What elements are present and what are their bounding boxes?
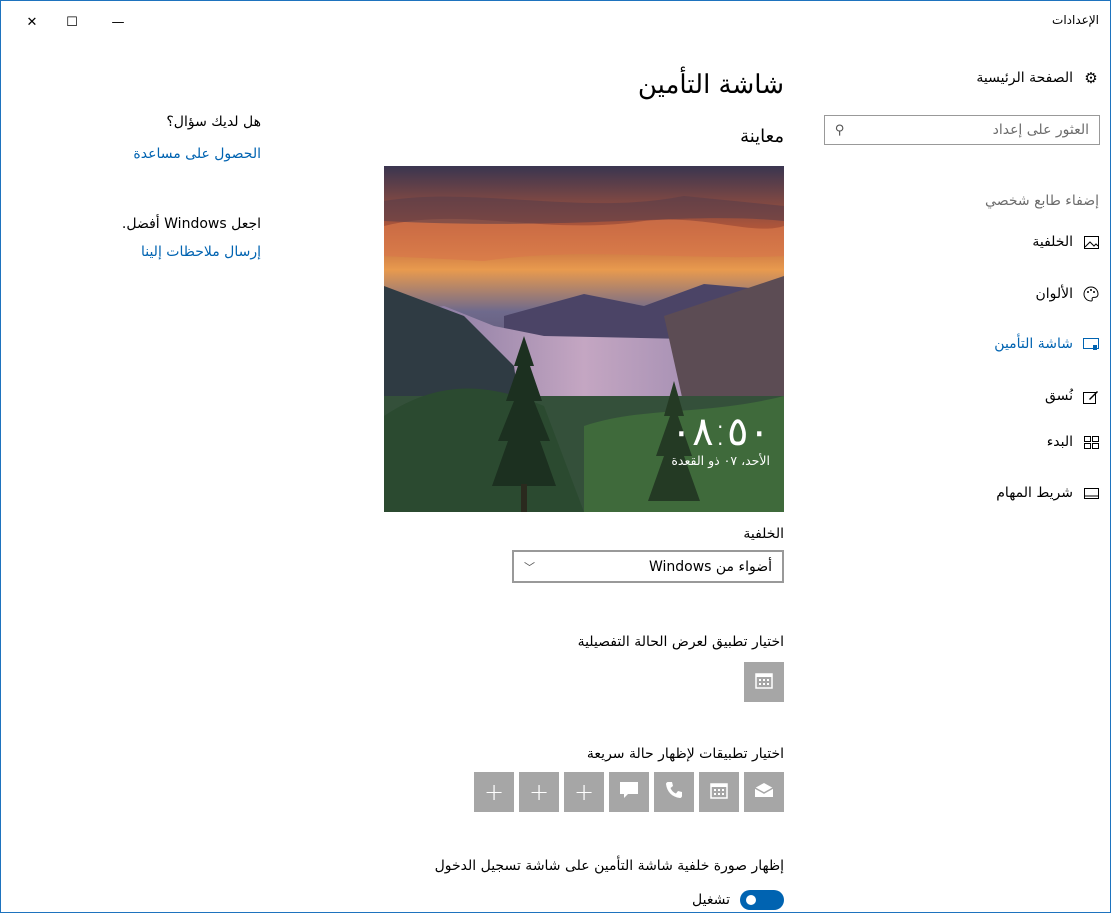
picture-icon — [1083, 234, 1099, 250]
sidebar-item-taskbar[interactable]: شريط المهام — [996, 485, 1099, 501]
sidebar-item-start[interactable]: البدء — [1047, 434, 1099, 450]
quick-status-label: اختيار تطبيقات لإظهار حالة سريعة — [586, 746, 784, 762]
message-icon — [619, 781, 639, 803]
window-title: الإعدادات — [1052, 13, 1099, 27]
quick-status-mail-button[interactable] — [744, 772, 784, 812]
toggle-switch[interactable] — [740, 890, 784, 910]
plus-icon: + — [573, 778, 595, 806]
lock-screen-preview: ٠٨:٥٠ الأحد، ٠٧ ذو القعدة — [384, 166, 784, 512]
sidebar-item-label: البدء — [1046, 434, 1073, 450]
sidebar-item-label: الخلفية — [1032, 234, 1073, 250]
detailed-status-label: اختيار تطبيق لعرض الحالة التفصيلية — [577, 634, 784, 650]
background-label: الخلفية — [743, 526, 784, 542]
mail-icon — [754, 782, 774, 802]
get-help-link[interactable]: الحصول على مساعدة — [133, 146, 261, 162]
search-box[interactable]: العثور على إعداد ⚲ — [824, 115, 1100, 145]
detailed-status-app-button[interactable] — [744, 662, 784, 702]
quick-status-phone-button[interactable] — [654, 772, 694, 812]
sidebar-item-themes[interactable]: نُسق — [1045, 388, 1099, 404]
help-panel: هل لديك سؤال؟ الحصول على مساعدة اجعل Win… — [11, 114, 261, 274]
phone-icon — [665, 781, 683, 803]
search-icon: ⚲ — [835, 122, 845, 138]
sidebar-item-lock-screen[interactable]: شاشة التأمين — [994, 336, 1099, 352]
search-input[interactable]: العثور على إعداد — [993, 122, 1089, 138]
sidebar-item-label: شريط المهام — [996, 485, 1073, 501]
start-tiles-icon — [1083, 434, 1099, 450]
improve-windows-text: اجعل Windows أفضل. — [121, 216, 261, 232]
calendar-icon — [755, 671, 773, 693]
sidebar-item-label: الألوان — [1035, 286, 1073, 302]
toggle-state-label: تشغيل — [692, 892, 730, 908]
brush-icon — [1083, 388, 1099, 404]
main-content: شاشة التأمين معاينة ٠٨:٥٠ الأحد، ٠٧ ذو ا… — [384, 0, 784, 913]
quick-status-add-button-2[interactable]: + — [519, 772, 559, 812]
plus-icon: + — [528, 778, 550, 806]
sidebar: ⚙ الصفحة الرئيسية العثور على إعداد ⚲ إضف… — [821, 60, 1111, 520]
help-question: هل لديك سؤال؟ — [166, 114, 261, 130]
background-value: أضواء من Windows — [648, 558, 772, 575]
home-label: الصفحة الرئيسية — [976, 70, 1073, 86]
calendar-icon — [710, 781, 728, 803]
preview-clock: ٠٨:٥٠ — [670, 409, 770, 455]
quick-status-message-button[interactable] — [609, 772, 649, 812]
close-icon: ✕ — [26, 14, 38, 30]
palette-icon — [1083, 286, 1099, 302]
background-dropdown[interactable]: أضواء من Windows ﹀ — [512, 550, 784, 583]
gear-icon: ⚙ — [1084, 69, 1098, 87]
sidebar-item-background[interactable]: الخلفية — [1032, 234, 1099, 250]
quick-status-calendar-button[interactable] — [699, 772, 739, 812]
chevron-down-icon: ﹀ — [524, 560, 535, 574]
signin-background-toggle[interactable]: تشغيل — [692, 890, 784, 910]
maximize-button[interactable]: ☐ — [52, 8, 92, 36]
page-title: شاشة التأمين — [637, 70, 784, 100]
minimize-icon: — — [111, 14, 125, 30]
quick-status-add-button-3[interactable]: + — [474, 772, 514, 812]
home-link[interactable]: ⚙ الصفحة الرئيسية — [976, 69, 1099, 87]
send-feedback-link[interactable]: إرسال ملاحظات إلينا — [141, 244, 261, 260]
sidebar-item-colors[interactable]: الألوان — [1035, 286, 1099, 302]
minimize-button[interactable]: — — [98, 8, 138, 36]
preview-date: الأحد، ٠٧ ذو القعدة — [671, 453, 770, 468]
quick-status-add-button-1[interactable]: + — [564, 772, 604, 812]
maximize-icon: ☐ — [66, 14, 78, 30]
preview-heading: معاينة — [740, 126, 784, 147]
taskbar-icon — [1083, 485, 1099, 501]
lock-screen-icon — [1083, 336, 1099, 352]
toggle-knob — [746, 895, 756, 905]
section-title: إضفاء طابع شخصي — [985, 193, 1099, 209]
sidebar-item-label: نُسق — [1044, 388, 1073, 404]
sidebar-item-label: شاشة التأمين — [994, 336, 1073, 352]
close-button[interactable]: ✕ — [12, 8, 52, 36]
plus-icon: + — [483, 778, 505, 806]
signin-background-label: إظهار صورة خلفية شاشة التأمين على شاشة ت… — [434, 858, 784, 874]
